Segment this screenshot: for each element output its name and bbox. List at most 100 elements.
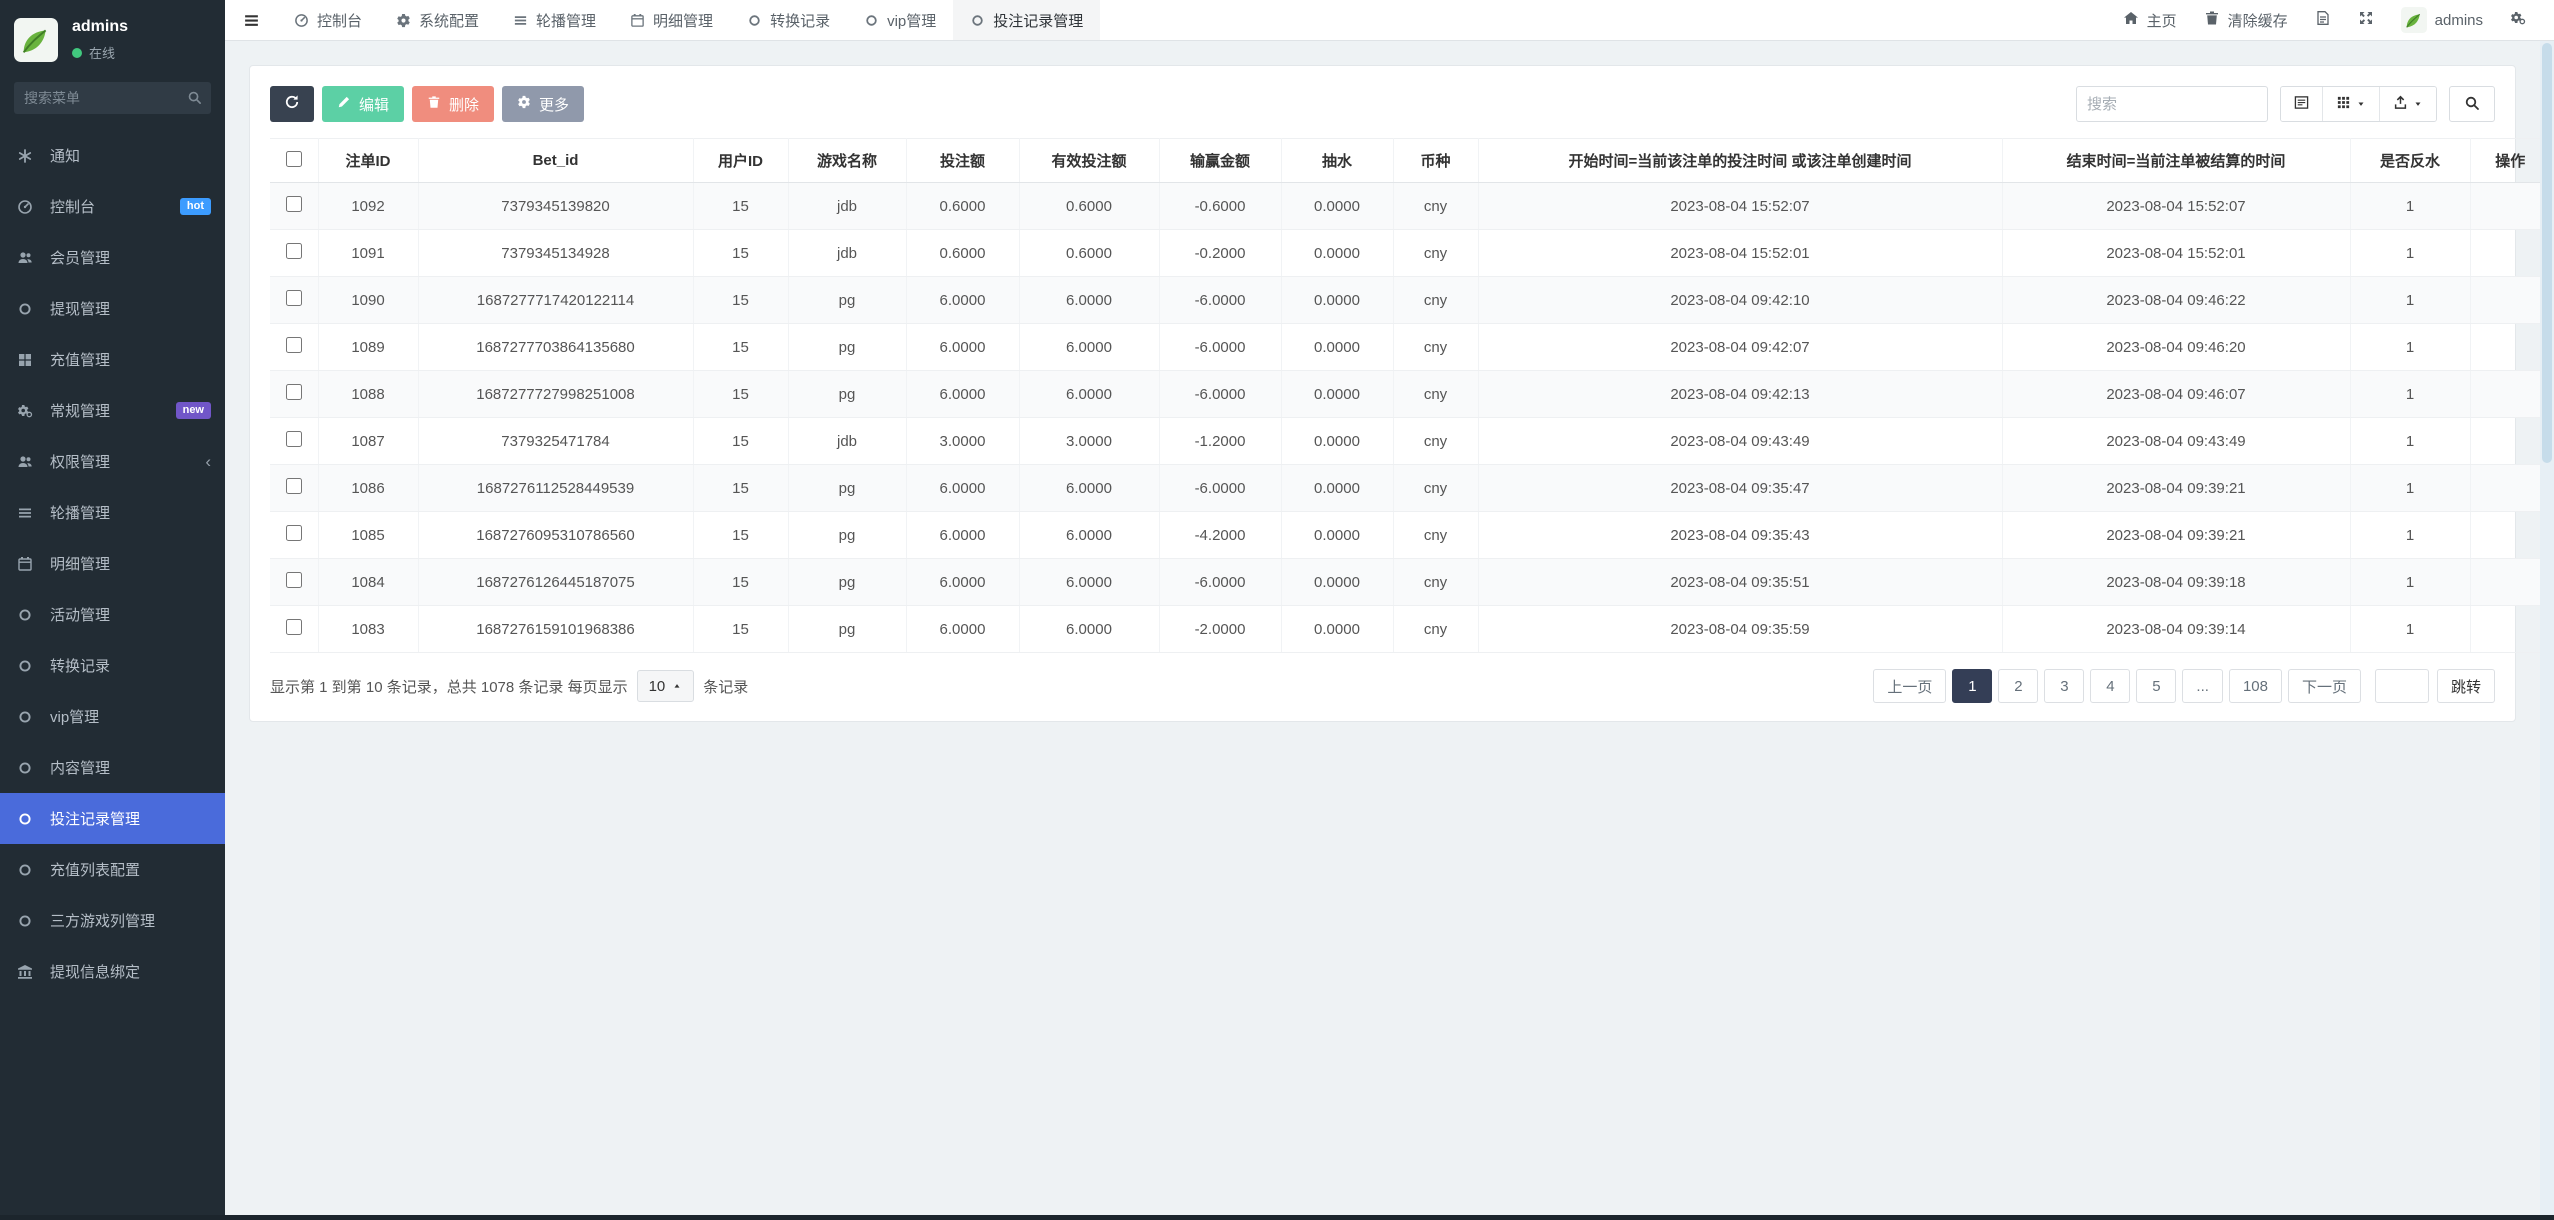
- sidebar-item-14[interactable]: 充值列表配置: [0, 844, 225, 895]
- pagination-page-4[interactable]: 4: [2090, 669, 2130, 703]
- pagination-next-button[interactable]: 下一页: [2288, 669, 2361, 703]
- sidebar-item-5[interactable]: 常规管理new: [0, 385, 225, 436]
- sidebar-item-11[interactable]: vip管理: [0, 691, 225, 742]
- row-checkbox[interactable]: [286, 431, 302, 447]
- pagination-page-2[interactable]: 2: [1998, 669, 2038, 703]
- avatar[interactable]: [14, 18, 58, 62]
- sidebar-item-4[interactable]: 充值管理: [0, 334, 225, 385]
- column-header[interactable]: 开始时间=当前该注单的投注时间 或该注单创建时间: [1478, 139, 2002, 183]
- delete-button[interactable]: 删除: [412, 86, 494, 122]
- row-checkbox[interactable]: [286, 290, 302, 306]
- pagination-page-108[interactable]: 108: [2229, 669, 2282, 703]
- table-row[interactable]: 1090168727771742012211415pg6.00006.0000-…: [270, 277, 2550, 324]
- pagination-ellipsis[interactable]: ...: [2182, 669, 2223, 703]
- export-button[interactable]: [2379, 87, 2436, 121]
- column-header[interactable]: 有效投注额: [1019, 139, 1159, 183]
- row-checkbox[interactable]: [286, 525, 302, 541]
- table-cell: [2470, 418, 2550, 465]
- sidebar-item-12[interactable]: 内容管理: [0, 742, 225, 793]
- tab-3[interactable]: 明细管理: [613, 0, 730, 40]
- table-row[interactable]: 1083168727615910196838615pg6.00006.0000-…: [270, 606, 2550, 653]
- column-header[interactable]: 用户ID: [693, 139, 788, 183]
- gear-icon: [396, 13, 411, 28]
- table-row[interactable]: 1092737934513982015jdb0.60000.6000-0.600…: [270, 183, 2550, 230]
- table-cell: 2023-08-04 15:52:01: [1478, 230, 2002, 277]
- tab-6[interactable]: 投注记录管理: [953, 0, 1100, 40]
- pagination-jump-button[interactable]: 跳转: [2437, 669, 2495, 703]
- row-checkbox[interactable]: [286, 478, 302, 494]
- sidebar-item-9[interactable]: 活动管理: [0, 589, 225, 640]
- table-cell: 2023-08-04 15:52:07: [2002, 183, 2350, 230]
- column-header[interactable]: 抽水: [1281, 139, 1393, 183]
- row-checkbox[interactable]: [286, 196, 302, 212]
- home-link[interactable]: 主页: [2123, 10, 2177, 31]
- row-checkbox[interactable]: [286, 619, 302, 635]
- table-row[interactable]: 1087737932547178415jdb3.00003.0000-1.200…: [270, 418, 2550, 465]
- table-row[interactable]: 1088168727772799825100815pg6.00006.0000-…: [270, 371, 2550, 418]
- table-row[interactable]: 1091737934513492815jdb0.60000.6000-0.200…: [270, 230, 2550, 277]
- table-cell: 2023-08-04 09:46:20: [2002, 324, 2350, 371]
- clear-cache-link[interactable]: 清除缓存: [2204, 10, 2288, 31]
- column-header[interactable]: 操作: [2470, 139, 2550, 183]
- pagination-prev-button[interactable]: 上一页: [1873, 669, 1946, 703]
- columns-button[interactable]: [2322, 87, 2379, 121]
- fullscreen-button[interactable]: [2358, 10, 2374, 30]
- table-row[interactable]: 1086168727611252844953915pg6.00006.0000-…: [270, 465, 2550, 512]
- row-checkbox[interactable]: [286, 384, 302, 400]
- pagination-page-1[interactable]: 1: [1952, 669, 1992, 703]
- search-button[interactable]: [2449, 86, 2495, 122]
- column-header[interactable]: 币种: [1393, 139, 1478, 183]
- column-header[interactable]: 输赢金额: [1159, 139, 1281, 183]
- more-button[interactable]: 更多: [502, 86, 584, 122]
- sidebar-item-6[interactable]: 权限管理‹: [0, 436, 225, 487]
- pagination-page-3[interactable]: 3: [2044, 669, 2084, 703]
- toggle-detail-view-button[interactable]: [2281, 87, 2322, 121]
- scrollbar-thumb[interactable]: [2542, 43, 2552, 463]
- row-checkbox[interactable]: [286, 243, 302, 259]
- scrollbar[interactable]: [2540, 41, 2554, 1215]
- column-header[interactable]: 是否反水: [2350, 139, 2470, 183]
- pagination-jump-input[interactable]: [2375, 669, 2429, 703]
- sidebar-item-3[interactable]: 提现管理: [0, 283, 225, 334]
- sidebar-item-1[interactable]: 控制台hot: [0, 181, 225, 232]
- sidebar-item-16[interactable]: 提现信息绑定: [0, 946, 225, 997]
- column-header[interactable]: 投注额: [906, 139, 1019, 183]
- select-all-checkbox[interactable]: [286, 151, 302, 167]
- tab-1[interactable]: 系统配置: [379, 0, 496, 40]
- sidebar-item-0[interactable]: 通知: [0, 130, 225, 181]
- edit-button[interactable]: 编辑: [322, 86, 404, 122]
- tab-4[interactable]: 转换记录: [730, 0, 847, 40]
- dashboard-icon: [17, 199, 37, 215]
- language-button[interactable]: [2315, 10, 2331, 30]
- sidebar-search-input[interactable]: [14, 82, 211, 114]
- column-header[interactable]: Bet_id: [418, 139, 693, 183]
- column-header[interactable]: 游戏名称: [788, 139, 906, 183]
- sidebar-item-8[interactable]: 明细管理: [0, 538, 225, 589]
- tab-5[interactable]: vip管理: [847, 0, 953, 40]
- sidebar-item-10[interactable]: 转换记录: [0, 640, 225, 691]
- refresh-button[interactable]: [270, 86, 314, 122]
- table-cell: 6.0000: [1019, 277, 1159, 324]
- table-row[interactable]: 1084168727612644518707515pg6.00006.0000-…: [270, 559, 2550, 606]
- table-search-input[interactable]: [2076, 86, 2268, 122]
- user-menu[interactable]: admins: [2401, 7, 2483, 33]
- sidebar-item-2[interactable]: 会员管理: [0, 232, 225, 283]
- table-cell: 6.0000: [906, 371, 1019, 418]
- table-row[interactable]: 1085168727609531078656015pg6.00006.0000-…: [270, 512, 2550, 559]
- sidebar-item-7[interactable]: 轮播管理: [0, 487, 225, 538]
- table-row[interactable]: 1089168727770386413568015pg6.00006.0000-…: [270, 324, 2550, 371]
- users-icon: [17, 250, 37, 266]
- tab-0[interactable]: 控制台: [277, 0, 379, 40]
- tab-2[interactable]: 轮播管理: [496, 0, 613, 40]
- page-size-select[interactable]: 10: [637, 670, 695, 702]
- column-header[interactable]: 注单ID: [318, 139, 418, 183]
- sidebar-item-15[interactable]: 三方游戏列管理: [0, 895, 225, 946]
- settings-button[interactable]: [2510, 10, 2526, 30]
- calendar-icon: [630, 13, 645, 28]
- row-checkbox[interactable]: [286, 572, 302, 588]
- menu-toggle-button[interactable]: [225, 0, 277, 40]
- row-checkbox[interactable]: [286, 337, 302, 353]
- pagination-page-5[interactable]: 5: [2136, 669, 2176, 703]
- sidebar-item-13[interactable]: 投注记录管理: [0, 793, 225, 844]
- column-header[interactable]: 结束时间=当前注单被结算的时间: [2002, 139, 2350, 183]
